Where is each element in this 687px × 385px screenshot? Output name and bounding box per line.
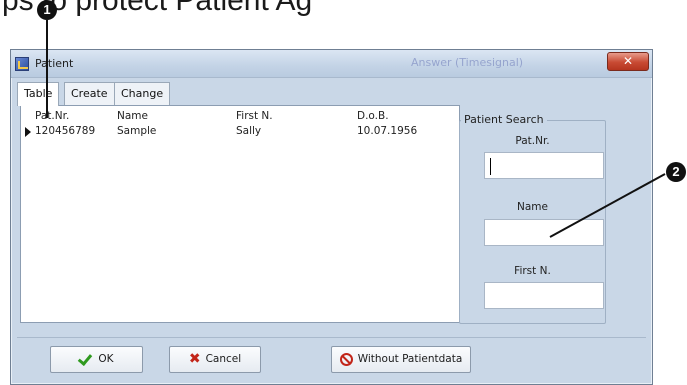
callout-1: 1: [37, 0, 57, 20]
callout-2-label: 2: [672, 164, 680, 179]
callout-1-label: 1: [43, 2, 51, 17]
callout-2: 2: [666, 162, 686, 182]
callout-2-leader: [549, 173, 666, 238]
